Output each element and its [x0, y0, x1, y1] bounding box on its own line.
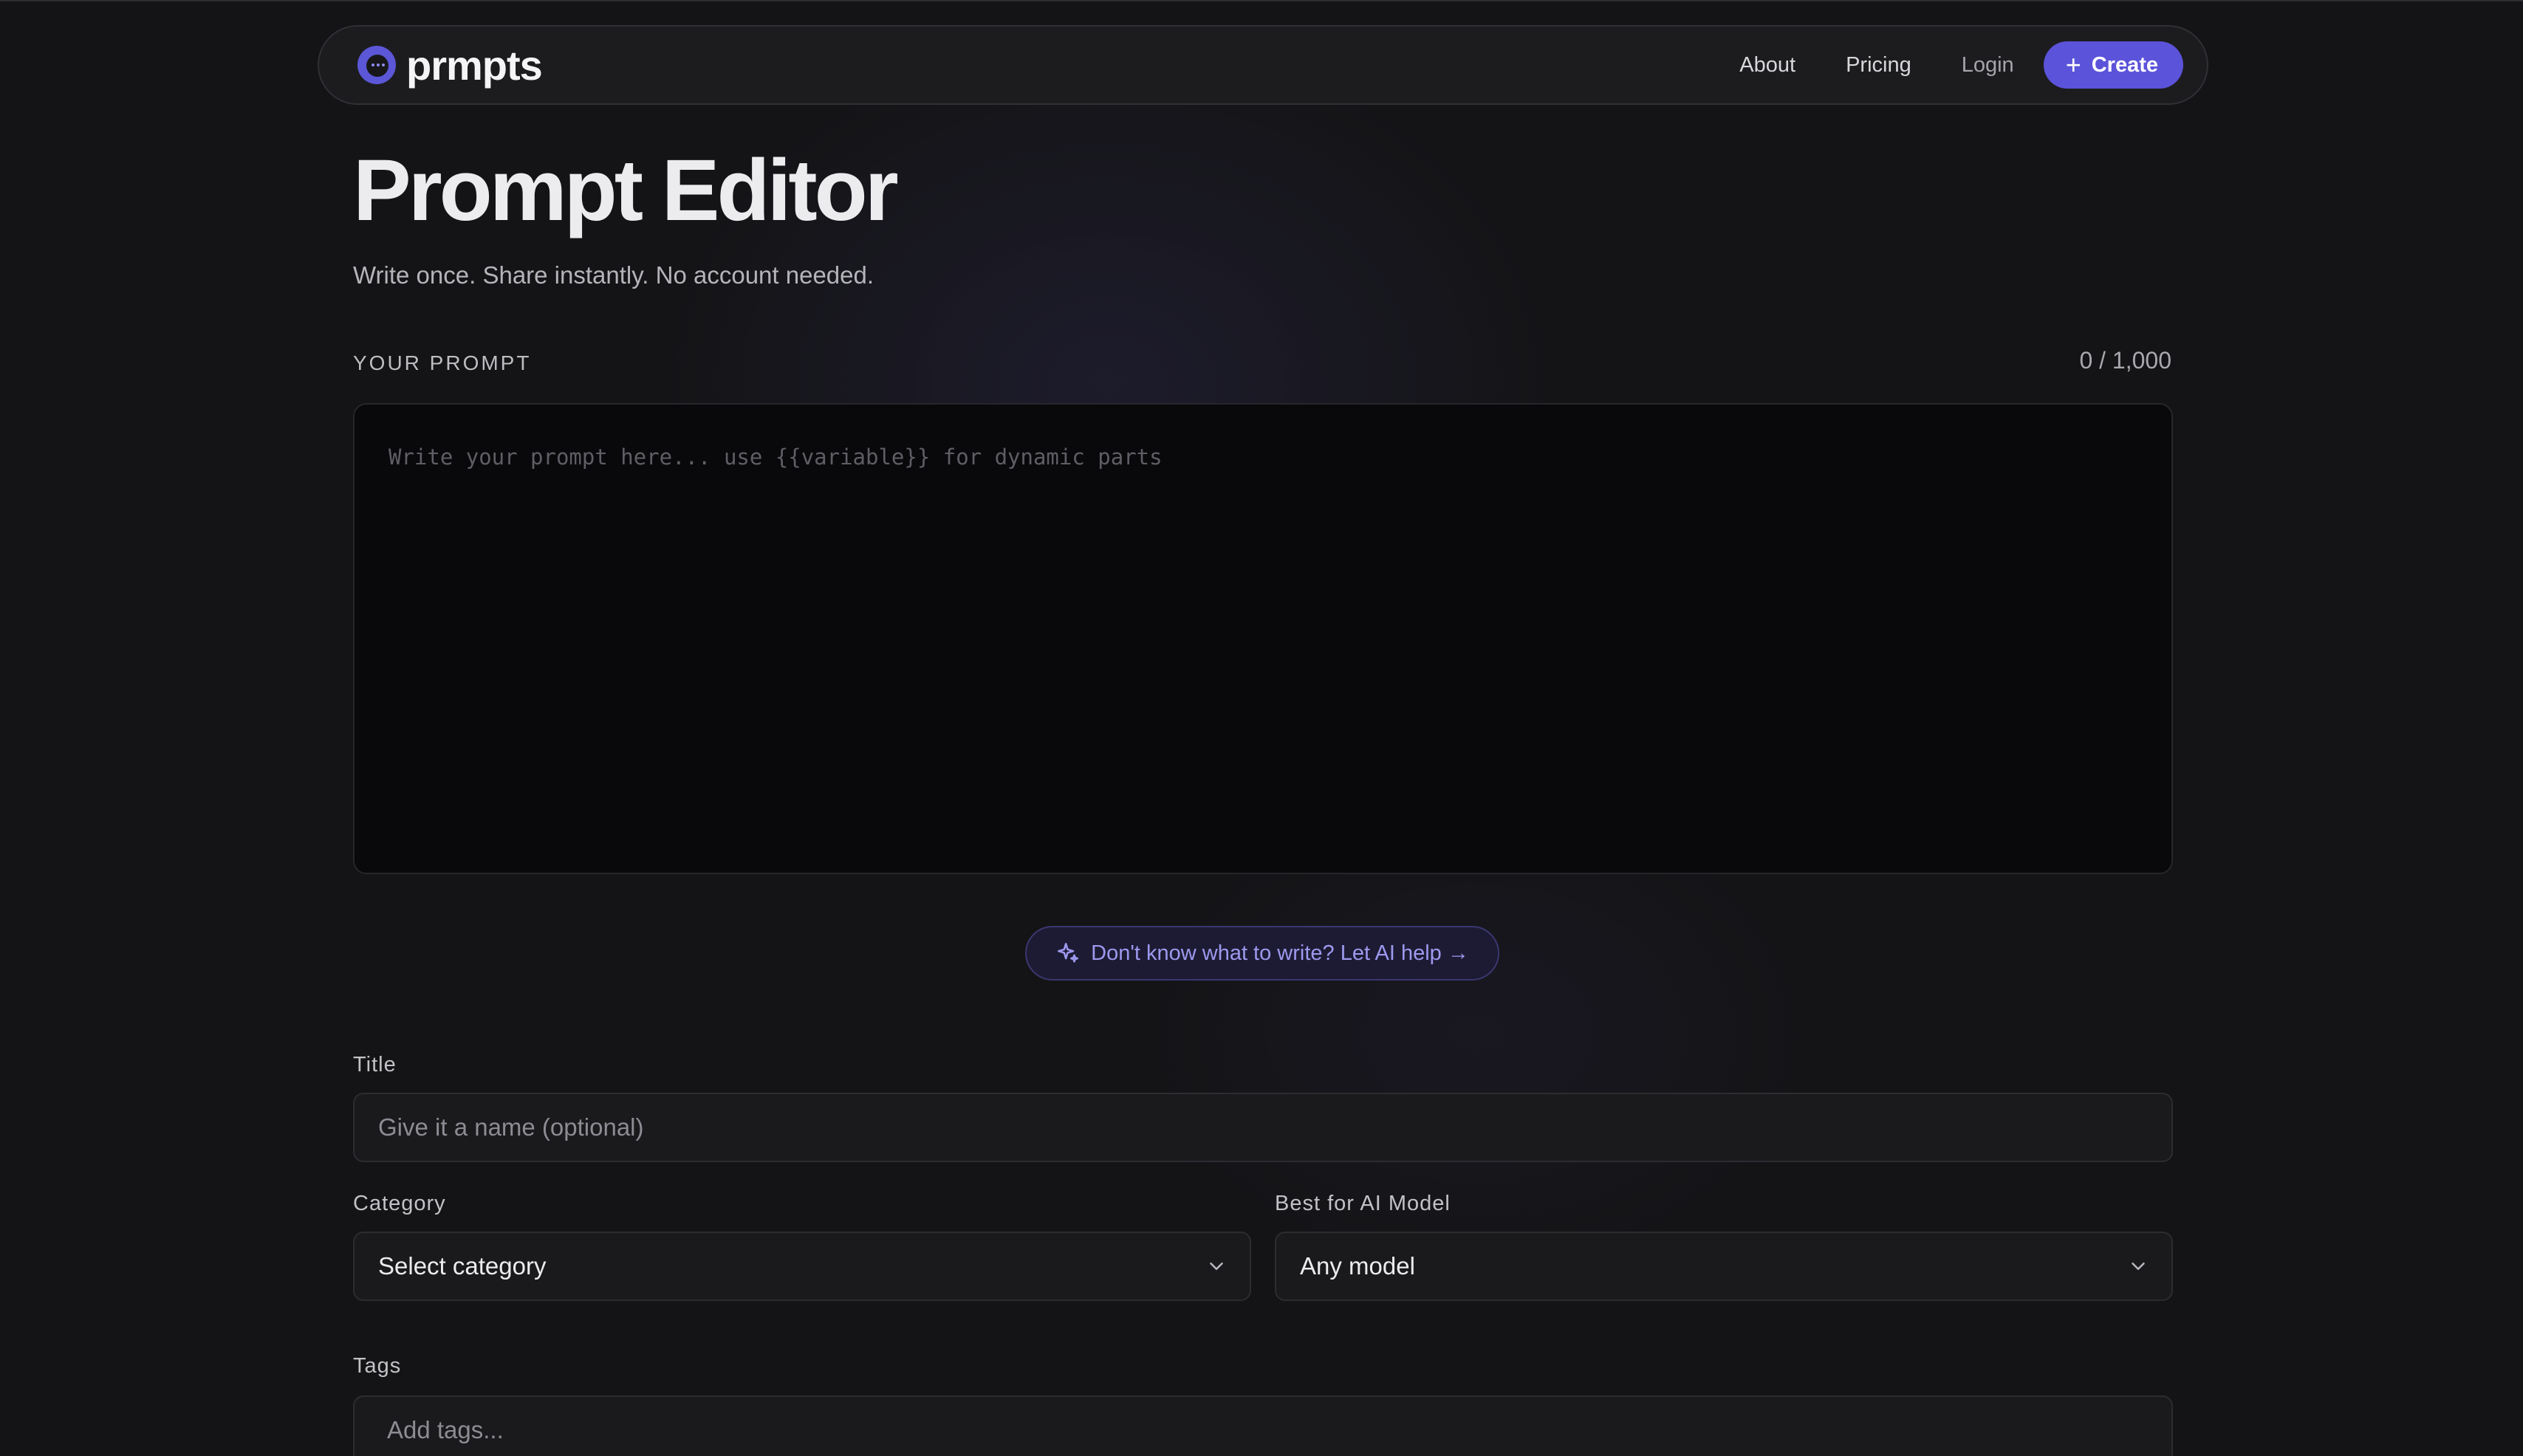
page-title: Prompt Editor: [353, 142, 899, 239]
title-input[interactable]: [353, 1093, 2173, 1162]
nav-about-link[interactable]: About: [1739, 53, 1795, 78]
plus-icon: +: [2065, 49, 2081, 80]
tags-label: Tags: [353, 1354, 402, 1378]
model-label: Best for AI Model: [1275, 1192, 1451, 1215]
chevron-down-icon: [1210, 1263, 1223, 1270]
category-label: Category: [353, 1192, 446, 1215]
tags-input[interactable]: [353, 1395, 2173, 1456]
brand[interactable]: prmpts: [357, 41, 543, 89]
nav-links: About Pricing Login + Create: [1739, 41, 2183, 89]
page-subtitle: Write once. Share instantly. No account …: [353, 261, 874, 289]
category-select[interactable]: Select category: [353, 1232, 1251, 1301]
nav-login-link[interactable]: Login: [1962, 53, 2014, 78]
prompt-textarea[interactable]: [353, 403, 2173, 874]
category-select-value: Select category: [378, 1252, 547, 1280]
create-button[interactable]: + Create: [2043, 41, 2183, 89]
logo-icon: [357, 46, 396, 84]
create-button-label: Create: [2091, 52, 2158, 77]
sparkle-icon: [1058, 942, 1079, 963]
model-select-value: Any model: [1300, 1252, 1415, 1280]
character-counter: 0 / 1,000: [2079, 347, 2171, 374]
model-select[interactable]: Any model: [1275, 1232, 2173, 1301]
top-border: [0, 0, 2523, 1]
prompt-label: YOUR PROMPT: [353, 351, 532, 374]
ai-help-button[interactable]: Don't know what to write? Let AI help →: [1025, 926, 1499, 981]
nav-pricing-link[interactable]: Pricing: [1846, 53, 1911, 78]
brand-name: prmpts: [406, 41, 543, 89]
chevron-down-icon: [2132, 1263, 2145, 1270]
title-label: Title: [353, 1053, 397, 1076]
ai-help-label: Don't know what to write? Let AI help →: [1091, 941, 1469, 965]
top-navbar: prmpts About Pricing Login + Create: [318, 25, 2208, 105]
